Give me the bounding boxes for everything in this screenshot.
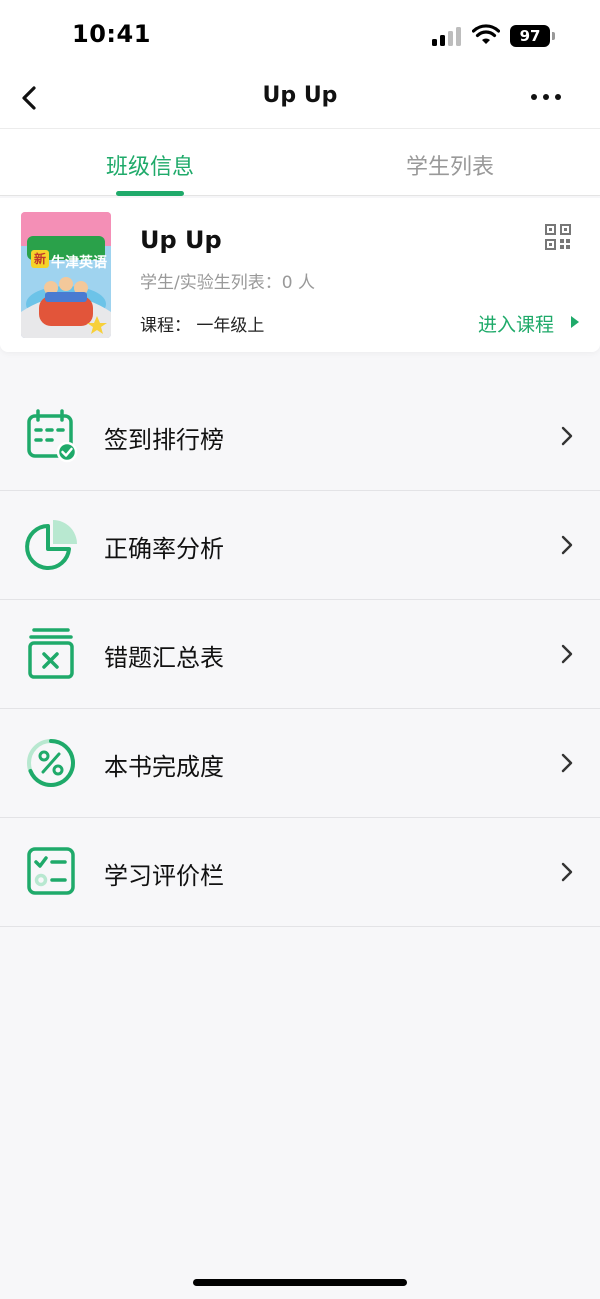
book-cover-image: 新 牛津英语 xyxy=(21,212,111,338)
play-arrow-icon[interactable] xyxy=(571,316,579,328)
nav-bar: Up Up xyxy=(0,72,600,128)
class-name: Up Up xyxy=(140,226,222,254)
enter-course-link[interactable]: 进入课程 xyxy=(478,310,554,337)
chevron-right-icon xyxy=(561,862,573,882)
battery-level: 97 xyxy=(510,25,550,47)
status-bar: 10:41 97 xyxy=(0,0,600,72)
calendar-check-icon xyxy=(27,409,78,463)
menu-item-label: 本书完成度 xyxy=(104,753,224,781)
menu-item-accuracy-analysis[interactable]: 正确率分析 xyxy=(0,491,600,600)
error-book-icon xyxy=(28,628,74,679)
menu-item-label: 正确率分析 xyxy=(104,535,224,563)
home-indicator[interactable] xyxy=(193,1279,407,1286)
tab-class-info[interactable]: 班级信息 xyxy=(0,149,300,181)
checklist-icon xyxy=(27,847,75,895)
chevron-right-icon xyxy=(561,535,573,555)
menu-item-error-summary[interactable]: 错题汇总表 xyxy=(0,600,600,709)
tab-active-indicator xyxy=(116,191,184,196)
menu-item-book-completion[interactable]: 本书完成度 xyxy=(0,709,600,818)
tab-bar: 班级信息 学生列表 xyxy=(0,128,600,196)
menu-item-checkin-ranking[interactable]: 签到排行榜 xyxy=(0,382,600,491)
class-info-card: 新 牛津英语 Up Up 学生/实验生列表：0 人 课程： 一年级上 进入课程 xyxy=(0,198,600,352)
page-title: Up Up xyxy=(262,83,338,108)
battery-icon: 97 xyxy=(510,25,556,47)
cellular-signal-icon xyxy=(432,27,461,46)
menu-item-label: 错题汇总表 xyxy=(104,644,224,672)
percent-progress-icon xyxy=(27,739,75,787)
student-count: 学生/实验生列表：0 人 xyxy=(140,273,315,293)
qr-code-icon[interactable] xyxy=(545,224,571,250)
menu-list: 签到排行榜 正确率分析 错题汇总表 本书完成度 学习评价栏 xyxy=(0,382,600,927)
battery-tip xyxy=(552,32,555,40)
more-dots-icon[interactable] xyxy=(526,82,566,112)
cover-title: 牛津英语 xyxy=(51,255,107,271)
menu-item-label: 签到排行榜 xyxy=(104,426,224,454)
course-label: 课程： 一年级上 xyxy=(140,316,265,336)
cover-badge: 新 xyxy=(31,250,49,268)
chevron-right-icon xyxy=(561,426,573,446)
chevron-right-icon xyxy=(561,753,573,773)
menu-item-learning-evaluation[interactable]: 学习评价栏 xyxy=(0,818,600,927)
menu-item-label: 学习评价栏 xyxy=(104,862,224,890)
chevron-right-icon xyxy=(561,644,573,664)
book-cover-art xyxy=(21,212,111,338)
wifi-icon xyxy=(472,24,500,44)
pie-chart-icon xyxy=(25,520,77,570)
tab-student-list[interactable]: 学生列表 xyxy=(300,149,600,181)
status-time: 10:41 xyxy=(72,20,151,48)
